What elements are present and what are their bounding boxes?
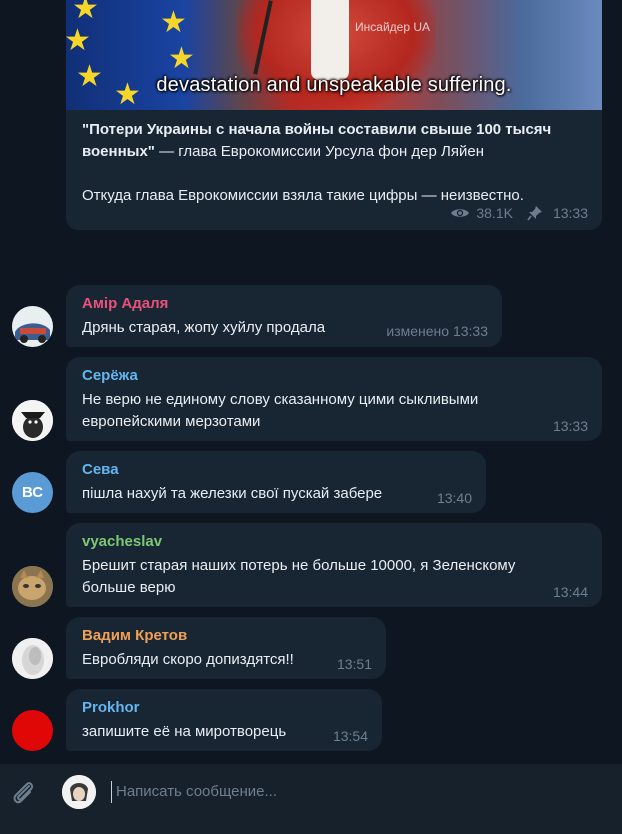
message-bubble[interactable]: Вадим Кретов Евробляди скоро допиздятся!… <box>66 617 386 679</box>
message-time: 13:40 <box>436 490 472 506</box>
eu-star-icon: ★ <box>168 42 195 75</box>
video-watermark: Инсайдер UA <box>355 20 430 34</box>
sender-name[interactable]: Prokhor <box>82 699 140 716</box>
avatar[interactable] <box>12 638 53 679</box>
message-bubble[interactable]: Сева пішла нахуй та железки свої пускай … <box>66 451 486 513</box>
post-title-rest: — глава Еврокомиссии Урсула фон дер Ляйе… <box>154 143 484 160</box>
message-text: пішла нахуй та железки свої пускай забер… <box>82 485 383 502</box>
message-text: запишите её на миротворець <box>82 723 287 740</box>
avatar[interactable] <box>12 306 53 347</box>
avatar[interactable] <box>12 400 53 441</box>
message-bubble[interactable]: Серёжа Не верю не единому слову сказанно… <box>66 357 602 441</box>
avatar-initials: ВС <box>21 484 44 501</box>
message-time: 13:44 <box>552 584 588 600</box>
video-subtitle: devastation and unspeakable suffering. <box>156 74 512 96</box>
eu-star-icon: ★ <box>72 0 99 25</box>
sender-name[interactable]: Вадим Кретов <box>82 627 187 644</box>
message-text: Евробляди скоро допиздятся!! <box>82 651 294 668</box>
sender-name[interactable]: vyacheslav <box>82 533 162 550</box>
avatar[interactable]: ВС <box>12 472 53 513</box>
post-body: Откуда глава Еврокомиссии взяла такие ци… <box>82 187 524 204</box>
avatar[interactable] <box>12 566 53 607</box>
message-time: 13:51 <box>336 656 372 672</box>
eye-icon <box>451 209 470 217</box>
message-text: Брешит старая наших потерь не больше 100… <box>82 557 516 596</box>
post-meta: 38.1K 13:33 <box>450 205 588 221</box>
message-bubble[interactable]: vyacheslav Брешит старая наших потерь не… <box>66 523 602 607</box>
message-bubble[interactable]: Prokhor запишите её на миротворець 13:54 <box>66 689 382 751</box>
message-input[interactable]: Написать сообщение... <box>116 783 277 800</box>
message-text: Не верю не единому слову сказанному цими… <box>82 391 479 430</box>
eu-star-icon: ★ <box>160 6 187 39</box>
view-count: 38.1K <box>476 205 513 221</box>
send-as-avatar[interactable] <box>62 775 96 809</box>
message-time: 13:33 <box>552 418 588 434</box>
sender-name[interactable]: Сева <box>82 461 119 478</box>
message-time: 13:54 <box>332 728 368 744</box>
speaker-shirt <box>311 0 349 80</box>
post-time: 13:33 <box>552 205 588 221</box>
post-text: "Потери Украины с начала войны составили… <box>82 119 594 207</box>
paperclip-icon[interactable] <box>10 778 38 813</box>
avatar[interactable] <box>12 710 53 751</box>
message-text: Дрянь старая, жопу хуйлу продала <box>82 319 326 336</box>
post-video[interactable]: ★ ★ ★ ★ ★ ★ Инсайдер UA devastation and … <box>66 0 602 110</box>
eu-star-icon: ★ <box>66 24 91 57</box>
sender-name[interactable]: Амір Адаля <box>82 295 168 312</box>
sender-name[interactable]: Серёжа <box>82 367 138 384</box>
message-time: изменено 13:33 <box>386 323 488 339</box>
text-cursor <box>111 781 112 803</box>
pin-icon <box>527 206 542 221</box>
channel-post: ★ ★ ★ ★ ★ ★ Инсайдер UA devastation and … <box>66 0 602 230</box>
message-bubble[interactable]: Амір Адаля Дрянь старая, жопу хуйлу прод… <box>66 285 502 347</box>
message-composer: Написать сообщение... <box>0 764 622 834</box>
